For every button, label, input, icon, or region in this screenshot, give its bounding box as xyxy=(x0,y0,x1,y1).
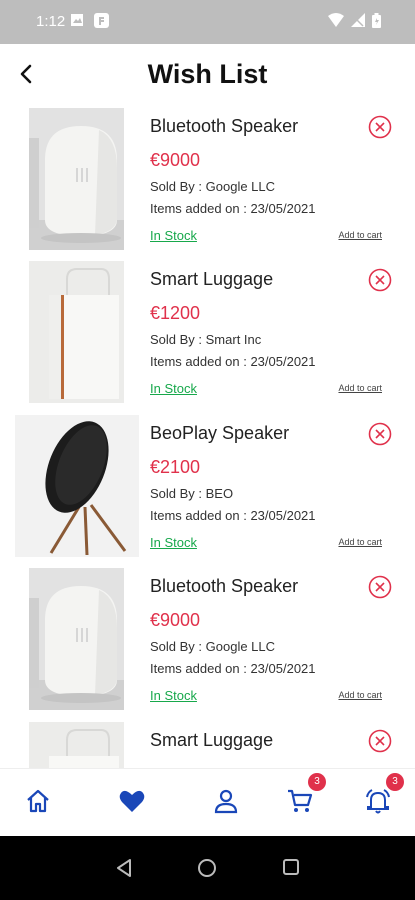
wishlist-item[interactable]: Smart Luggage xyxy=(6,718,409,768)
stock-status: In Stock xyxy=(150,381,197,396)
signal-icon xyxy=(351,13,365,27)
status-time: 1:12 xyxy=(36,13,66,30)
add-to-cart-link[interactable]: Add to cart xyxy=(338,383,382,393)
image-icon xyxy=(71,14,83,26)
add-to-cart-link[interactable]: Add to cart xyxy=(338,690,382,700)
speaker-image xyxy=(29,108,124,250)
bell-ring-icon xyxy=(366,789,390,814)
remove-item-icon[interactable] xyxy=(368,575,392,599)
added-date: Items added on : 23/05/2021 xyxy=(150,508,316,523)
wishlist[interactable]: Bluetooth Speaker €9000 Sold By : Google… xyxy=(6,104,409,768)
app-bar: Wish List xyxy=(0,44,415,104)
remove-item-icon[interactable] xyxy=(368,115,392,139)
beoplay-speaker-image xyxy=(15,415,139,557)
stock-status: In Stock xyxy=(150,228,197,243)
stock-status: In Stock xyxy=(150,535,197,550)
speaker-image xyxy=(29,568,124,710)
added-date: Items added on : 23/05/2021 xyxy=(150,661,316,676)
product-image[interactable] xyxy=(15,415,139,557)
system-nav-bar xyxy=(0,836,415,900)
notifications-nav-item[interactable]: 3 xyxy=(364,773,404,815)
product-price: €2100 xyxy=(150,457,201,477)
cart-nav-item[interactable]: 3 xyxy=(286,773,326,815)
status-bar: 1:12 xyxy=(0,0,415,44)
product-image[interactable] xyxy=(29,108,124,250)
wishlist-item[interactable]: Bluetooth Speaker €9000 Sold By : Google… xyxy=(6,564,409,712)
bottom-nav: 3 3 xyxy=(0,768,415,836)
home-icon[interactable] xyxy=(24,787,52,815)
cart-icon xyxy=(288,789,313,812)
back-triangle-icon[interactable] xyxy=(114,858,134,878)
product-name[interactable]: BeoPlay Speaker xyxy=(150,423,289,444)
product-seller: Sold By : Smart Inc xyxy=(150,332,262,347)
wifi-icon xyxy=(328,13,344,27)
luggage-image xyxy=(29,722,124,768)
wishlist-item[interactable]: Bluetooth Speaker €9000 Sold By : Google… xyxy=(6,104,409,252)
wishlist-item[interactable]: Smart Luggage €1200 Sold By : Smart Inc … xyxy=(6,257,409,405)
product-seller: Sold By : Google LLC xyxy=(150,179,276,194)
product-image[interactable] xyxy=(29,261,124,403)
stock-status: In Stock xyxy=(150,688,197,703)
page-title: Wish List xyxy=(147,59,268,89)
product-price: €1200 xyxy=(150,303,201,323)
added-date: Items added on : 23/05/2021 xyxy=(150,354,316,369)
battery-icon xyxy=(372,13,381,28)
add-to-cart-link[interactable]: Add to cart xyxy=(338,230,382,240)
add-to-cart-link[interactable]: Add to cart xyxy=(338,537,382,547)
remove-item-icon[interactable] xyxy=(368,729,392,753)
product-price: €9000 xyxy=(150,150,201,170)
profile-icon[interactable] xyxy=(212,787,240,815)
cart-badge: 3 xyxy=(308,773,326,791)
remove-item-icon[interactable] xyxy=(368,268,392,292)
product-name[interactable]: Smart Luggage xyxy=(150,730,273,751)
product-price: €9000 xyxy=(150,610,201,630)
product-name[interactable]: Smart Luggage xyxy=(150,269,273,290)
wishlist-heart-icon[interactable] xyxy=(118,787,146,815)
product-image[interactable] xyxy=(29,722,124,768)
notifications-badge: 3 xyxy=(386,773,404,791)
product-name[interactable]: Bluetooth Speaker xyxy=(150,576,298,597)
product-seller: Sold By : Google LLC xyxy=(150,639,276,654)
added-date: Items added on : 23/05/2021 xyxy=(150,201,316,216)
product-seller: Sold By : BEO xyxy=(150,486,234,501)
luggage-image xyxy=(29,261,124,403)
app-notification-icon xyxy=(94,13,109,28)
home-circle-icon[interactable] xyxy=(197,858,217,878)
recents-square-icon[interactable] xyxy=(282,858,300,876)
remove-item-icon[interactable] xyxy=(368,422,392,446)
wishlist-item[interactable]: BeoPlay Speaker €2100 Sold By : BEO Item… xyxy=(6,411,409,559)
product-image[interactable] xyxy=(29,568,124,710)
product-name[interactable]: Bluetooth Speaker xyxy=(150,116,298,137)
